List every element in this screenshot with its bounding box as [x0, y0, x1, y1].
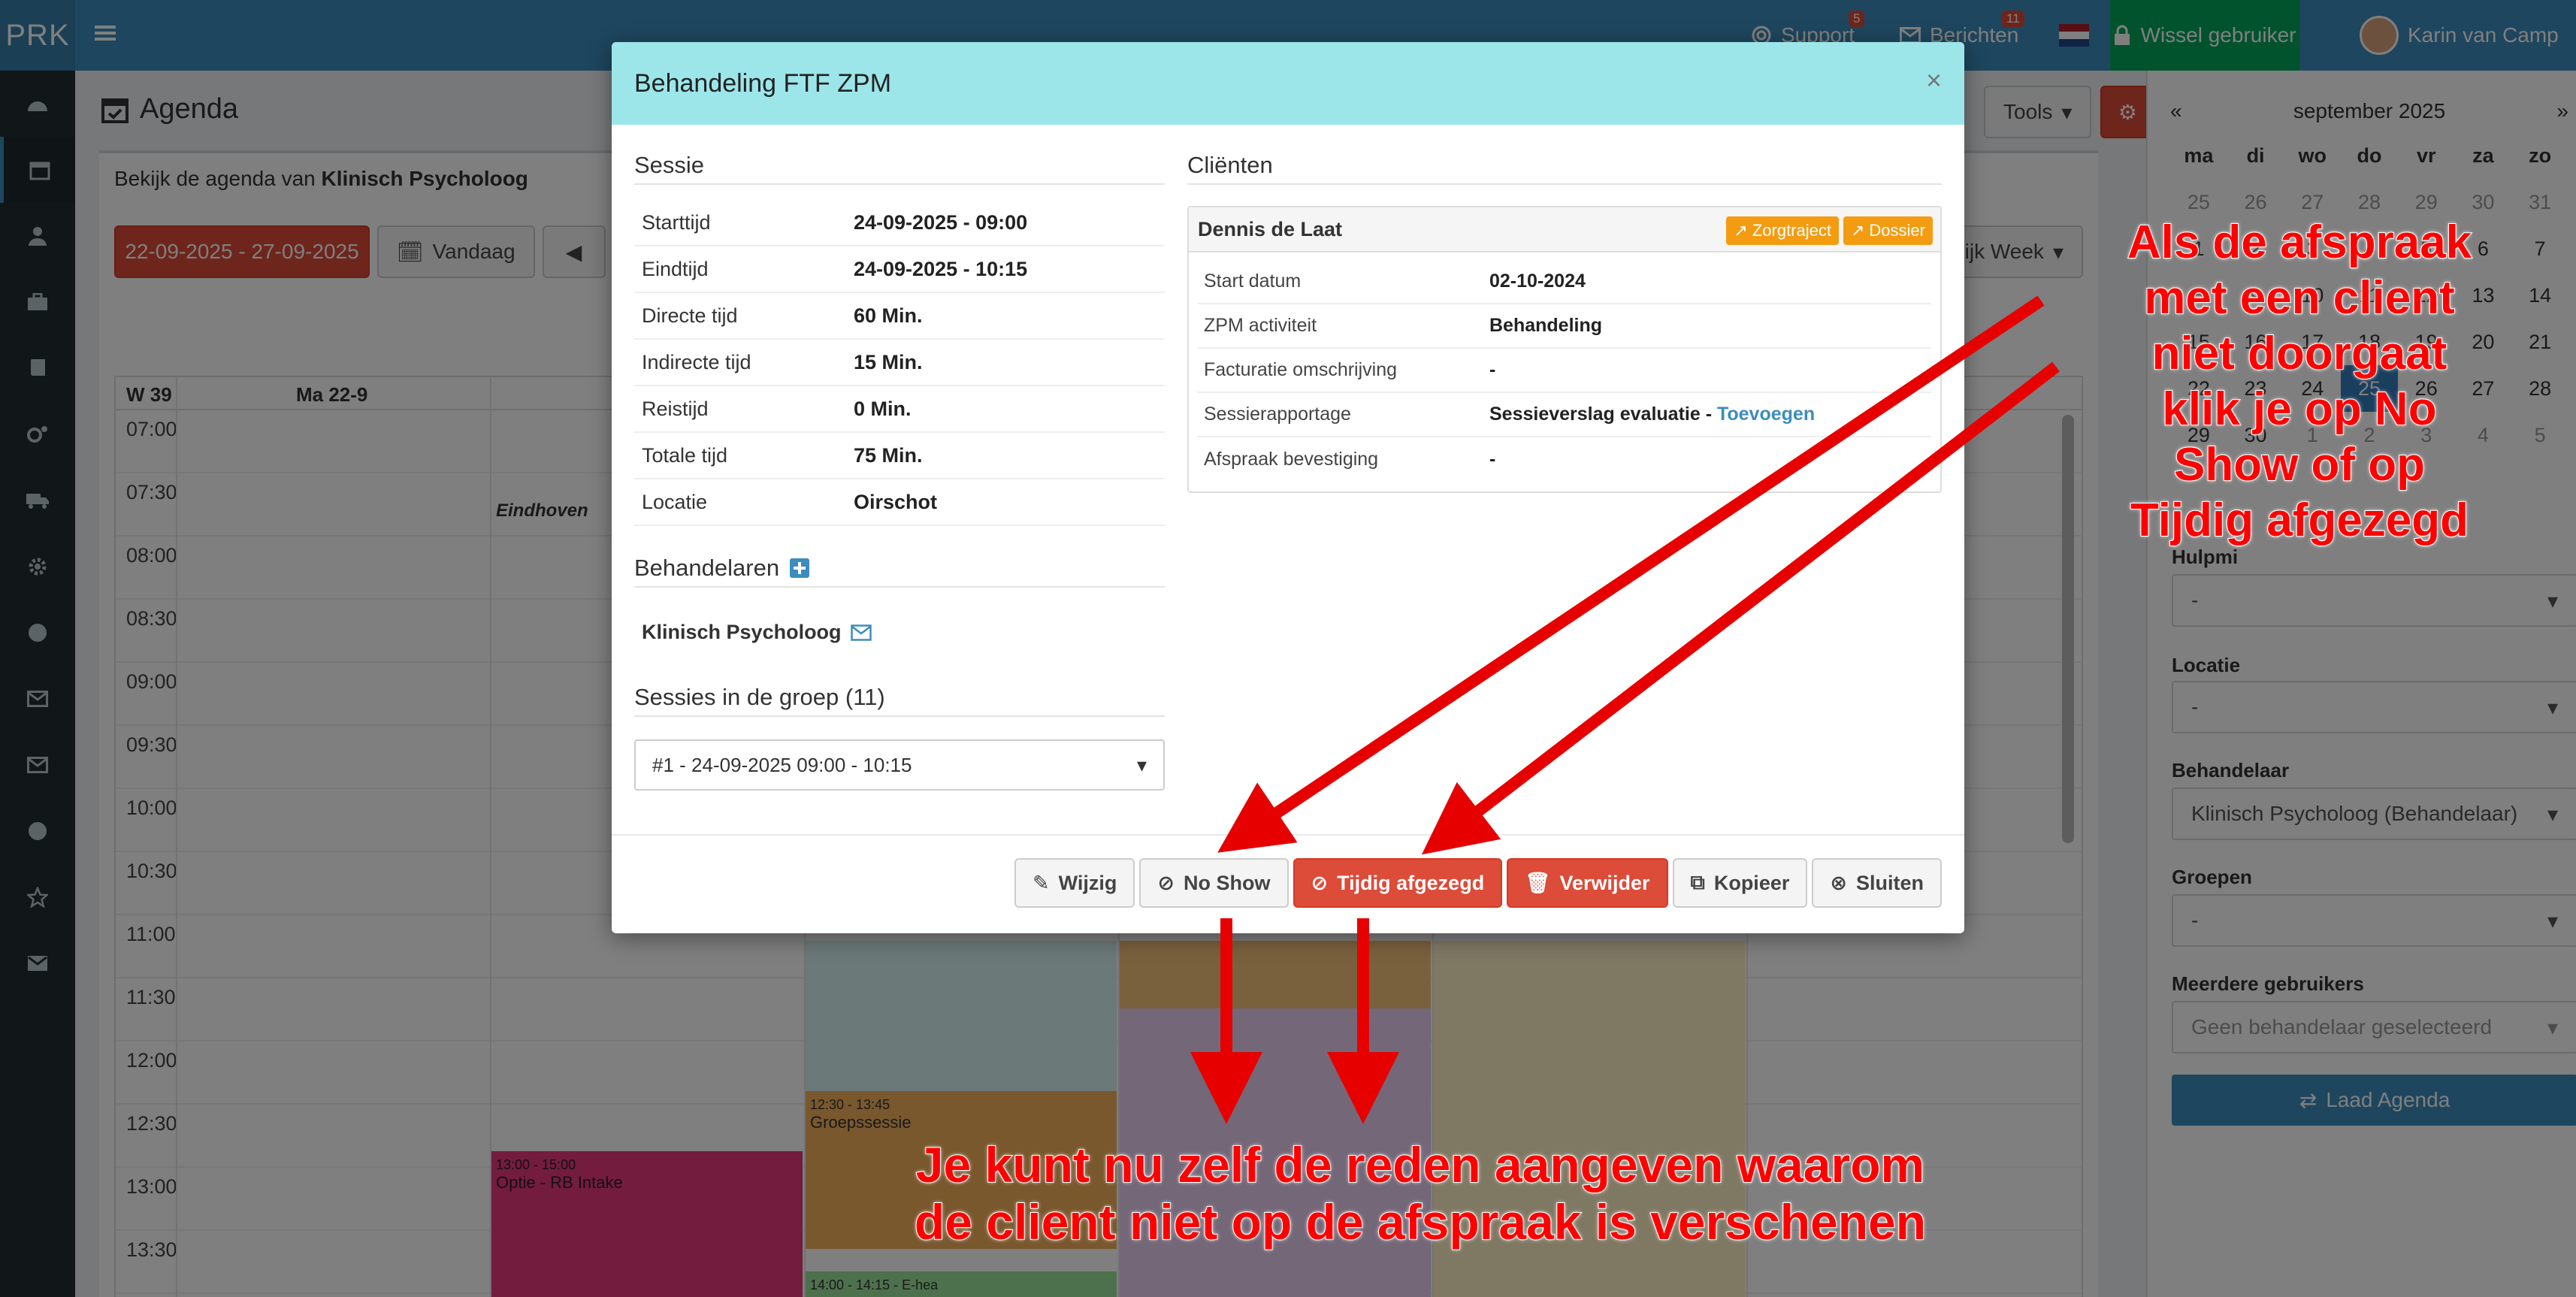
arrow-to-tijdig-afgezegd: [1421, 361, 2060, 855]
annotation-right: Als de afspraak met een client niet door…: [2127, 216, 2472, 547]
arrow-to-no-show: [1217, 295, 2045, 853]
annotation-arrows: [1190, 295, 2060, 1124]
annotation-bottom: Je kunt nu zelf de reden aangeven waarom…: [914, 1136, 1927, 1250]
